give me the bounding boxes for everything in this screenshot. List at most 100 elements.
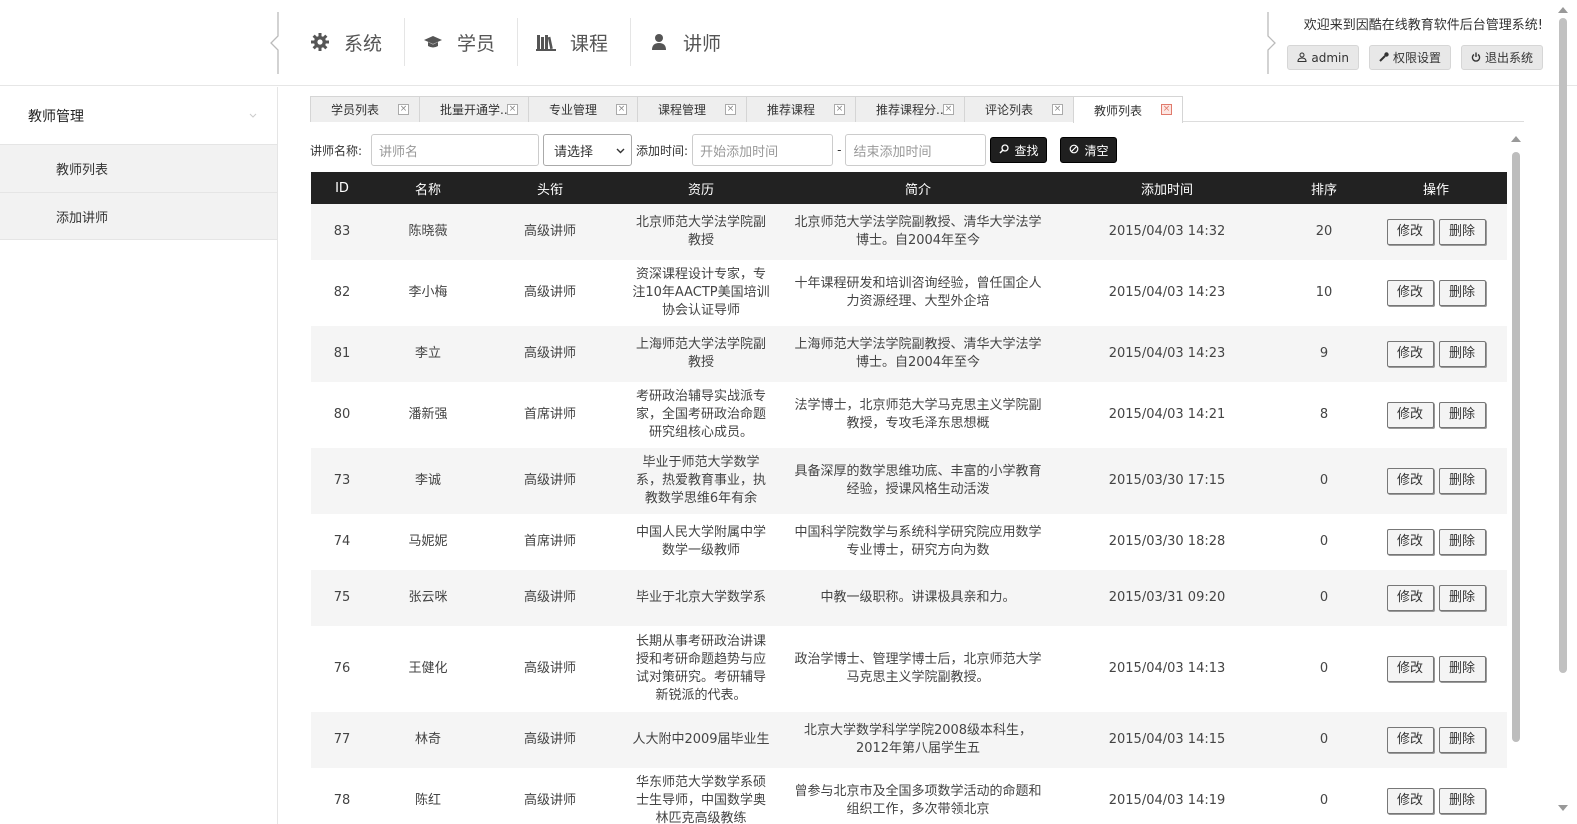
cell-career: 北京师范大学法学院副教授 [617, 204, 785, 260]
close-icon[interactable]: × [834, 104, 845, 115]
table-row: 83 陈晓薇 高级讲师 北京师范大学法学院副教授 北京师范大学法学院副教授、清华大学法学… [311, 204, 1507, 260]
scroll-thumb[interactable] [1512, 152, 1520, 742]
cell-title: 高级讲师 [483, 204, 617, 260]
nav-system[interactable]: 系统 [292, 18, 406, 66]
edit-button[interactable]: 修改 [1386, 280, 1434, 306]
cell-name: 林奇 [373, 712, 483, 768]
table-scrollbar[interactable] [1509, 136, 1523, 824]
close-icon[interactable]: × [1161, 104, 1172, 115]
scroll-up-icon[interactable] [1558, 7, 1568, 13]
edit-button[interactable]: 修改 [1386, 341, 1434, 367]
start-time-placeholder: 开始添加时间 [700, 144, 779, 160]
close-icon[interactable]: × [616, 104, 627, 115]
tab-teacher-list[interactable]: 教师列表 × [1073, 96, 1183, 123]
edit-button[interactable]: 修改 [1386, 727, 1434, 753]
cell-actions: 修改 删除 [1365, 570, 1507, 626]
edit-button[interactable]: 修改 [1386, 219, 1434, 245]
tab-label: 评论列表 [985, 103, 1034, 117]
nav-courses-label: 课程 [570, 32, 609, 55]
edit-button[interactable]: 修改 [1386, 529, 1434, 555]
delete-button[interactable]: 删除 [1438, 402, 1486, 428]
edit-button[interactable]: 修改 [1386, 656, 1434, 682]
page-scrollbar[interactable] [1556, 0, 1570, 824]
nav-left-arrow-icon[interactable] [268, 10, 286, 76]
cell-time: 2015/04/03 14:15 [1051, 712, 1283, 768]
delete-button[interactable]: 删除 [1438, 529, 1486, 555]
scroll-down-icon[interactable] [1558, 805, 1568, 811]
search-button[interactable]: 查找 [990, 137, 1048, 163]
row-actions: 修改 删除 [1371, 280, 1501, 306]
cell-id: 74 [311, 514, 373, 570]
cell-title: 高级讲师 [483, 570, 617, 626]
cell-intro: 中国科学院数学与系统科学研究院应用数学专业博士，研究方向为数 [785, 514, 1051, 570]
nav-courses[interactable]: 课程 [518, 18, 632, 66]
delete-button[interactable]: 删除 [1438, 219, 1486, 245]
edit-button[interactable]: 修改 [1386, 585, 1434, 611]
delete-button[interactable]: 删除 [1438, 468, 1486, 494]
cell-title: 高级讲师 [483, 260, 617, 326]
nav-students[interactable]: 学员 [405, 18, 519, 66]
permissions-button[interactable]: 权限设置 [1368, 45, 1451, 70]
delete-button[interactable]: 删除 [1438, 585, 1486, 611]
cell-title: 高级讲师 [483, 448, 617, 514]
cell-career: 毕业于北京大学数学系 [617, 570, 785, 626]
cell-sort: 8 [1283, 382, 1365, 448]
cell-id: 77 [311, 712, 373, 768]
header-buttons: admin 权限设置 退出系统 [1287, 45, 1543, 70]
cell-name: 李诚 [373, 448, 483, 514]
row-actions: 修改 删除 [1371, 788, 1501, 814]
scroll-thumb[interactable] [1559, 18, 1567, 673]
nav-teachers[interactable]: 讲师 [631, 18, 743, 66]
admin-button[interactable]: admin [1287, 45, 1359, 70]
nav-system-label: 系统 [344, 32, 383, 55]
cell-sort: 0 [1283, 712, 1365, 768]
delete-button[interactable]: 删除 [1438, 656, 1486, 682]
tab-student-list[interactable]: 学员列表 × [310, 96, 420, 122]
tab-comment-list[interactable]: 评论列表 × [964, 96, 1074, 122]
delete-button[interactable]: 删除 [1438, 341, 1486, 367]
cell-intro: 北京大学数学科学学院2008级本科生，2012年第八届学生五 [785, 712, 1051, 768]
edit-button[interactable]: 修改 [1386, 402, 1434, 428]
nav-right-arrow-icon[interactable] [1262, 10, 1280, 76]
close-icon[interactable]: × [507, 104, 518, 115]
tab-label: 学员列表 [331, 103, 380, 117]
title-select[interactable]: 请选择 [543, 134, 633, 166]
delete-button[interactable]: 删除 [1438, 280, 1486, 306]
tab-batch-open[interactable]: 批量开通学... × [419, 96, 529, 122]
tab-label: 专业管理 [549, 103, 598, 117]
cell-intro: 具备深厚的数学思维功底、丰富的小学教育经验，授课风格生动活泼 [785, 448, 1051, 514]
start-time-input[interactable]: 开始添加时间 [692, 134, 834, 166]
edit-button[interactable]: 修改 [1386, 788, 1434, 814]
delete-button[interactable]: 删除 [1438, 727, 1486, 753]
scroll-up-icon[interactable] [1511, 136, 1521, 142]
clear-button[interactable]: 清空 [1060, 137, 1118, 163]
delete-button[interactable]: 删除 [1438, 788, 1486, 814]
tab-major-management[interactable]: 专业管理 × [528, 96, 638, 122]
close-icon[interactable]: × [943, 104, 954, 115]
cell-actions: 修改 删除 [1365, 382, 1507, 448]
tab-course-management[interactable]: 课程管理 × [637, 96, 747, 122]
edit-button[interactable]: 修改 [1386, 468, 1434, 494]
sidebar-item-teacher-list[interactable]: 教师列表 [0, 144, 277, 192]
cell-id: 76 [311, 626, 373, 712]
logout-button[interactable]: 退出系统 [1460, 45, 1543, 70]
tab-recommended-courses[interactable]: 推荐课程 × [746, 96, 856, 122]
sidebar-item-add-teacher[interactable]: 添加讲师 [0, 192, 277, 240]
cell-id: 82 [311, 260, 373, 326]
nav-teachers-label: 讲师 [683, 32, 722, 55]
close-icon[interactable]: × [1052, 104, 1063, 115]
table-body: 83 陈晓薇 高级讲师 北京师范大学法学院副教授 北京师范大学法学院副教授、清华大学法学… [311, 204, 1507, 824]
close-icon[interactable]: × [398, 104, 409, 115]
add-time-label: 添加时间: [636, 143, 689, 158]
tab-recommended-course-category[interactable]: 推荐课程分... × [855, 96, 965, 122]
user-icon [1297, 51, 1307, 65]
end-time-input[interactable]: 结束添加时间 [845, 134, 987, 166]
close-icon[interactable]: × [725, 104, 736, 115]
books-icon [536, 32, 557, 52]
cell-id: 80 [311, 382, 373, 448]
sidebar-group-teacher-management[interactable]: 教师管理 [0, 87, 277, 144]
cell-sort: 10 [1283, 260, 1365, 326]
top-header: 系统 学员 课程 讲师 欢迎来到因酷在线教育软件后台管理系统! admin 权限… [0, 0, 1577, 86]
teacher-name-input[interactable]: 讲师名 [371, 134, 540, 166]
cell-actions: 修改 删除 [1365, 204, 1507, 260]
